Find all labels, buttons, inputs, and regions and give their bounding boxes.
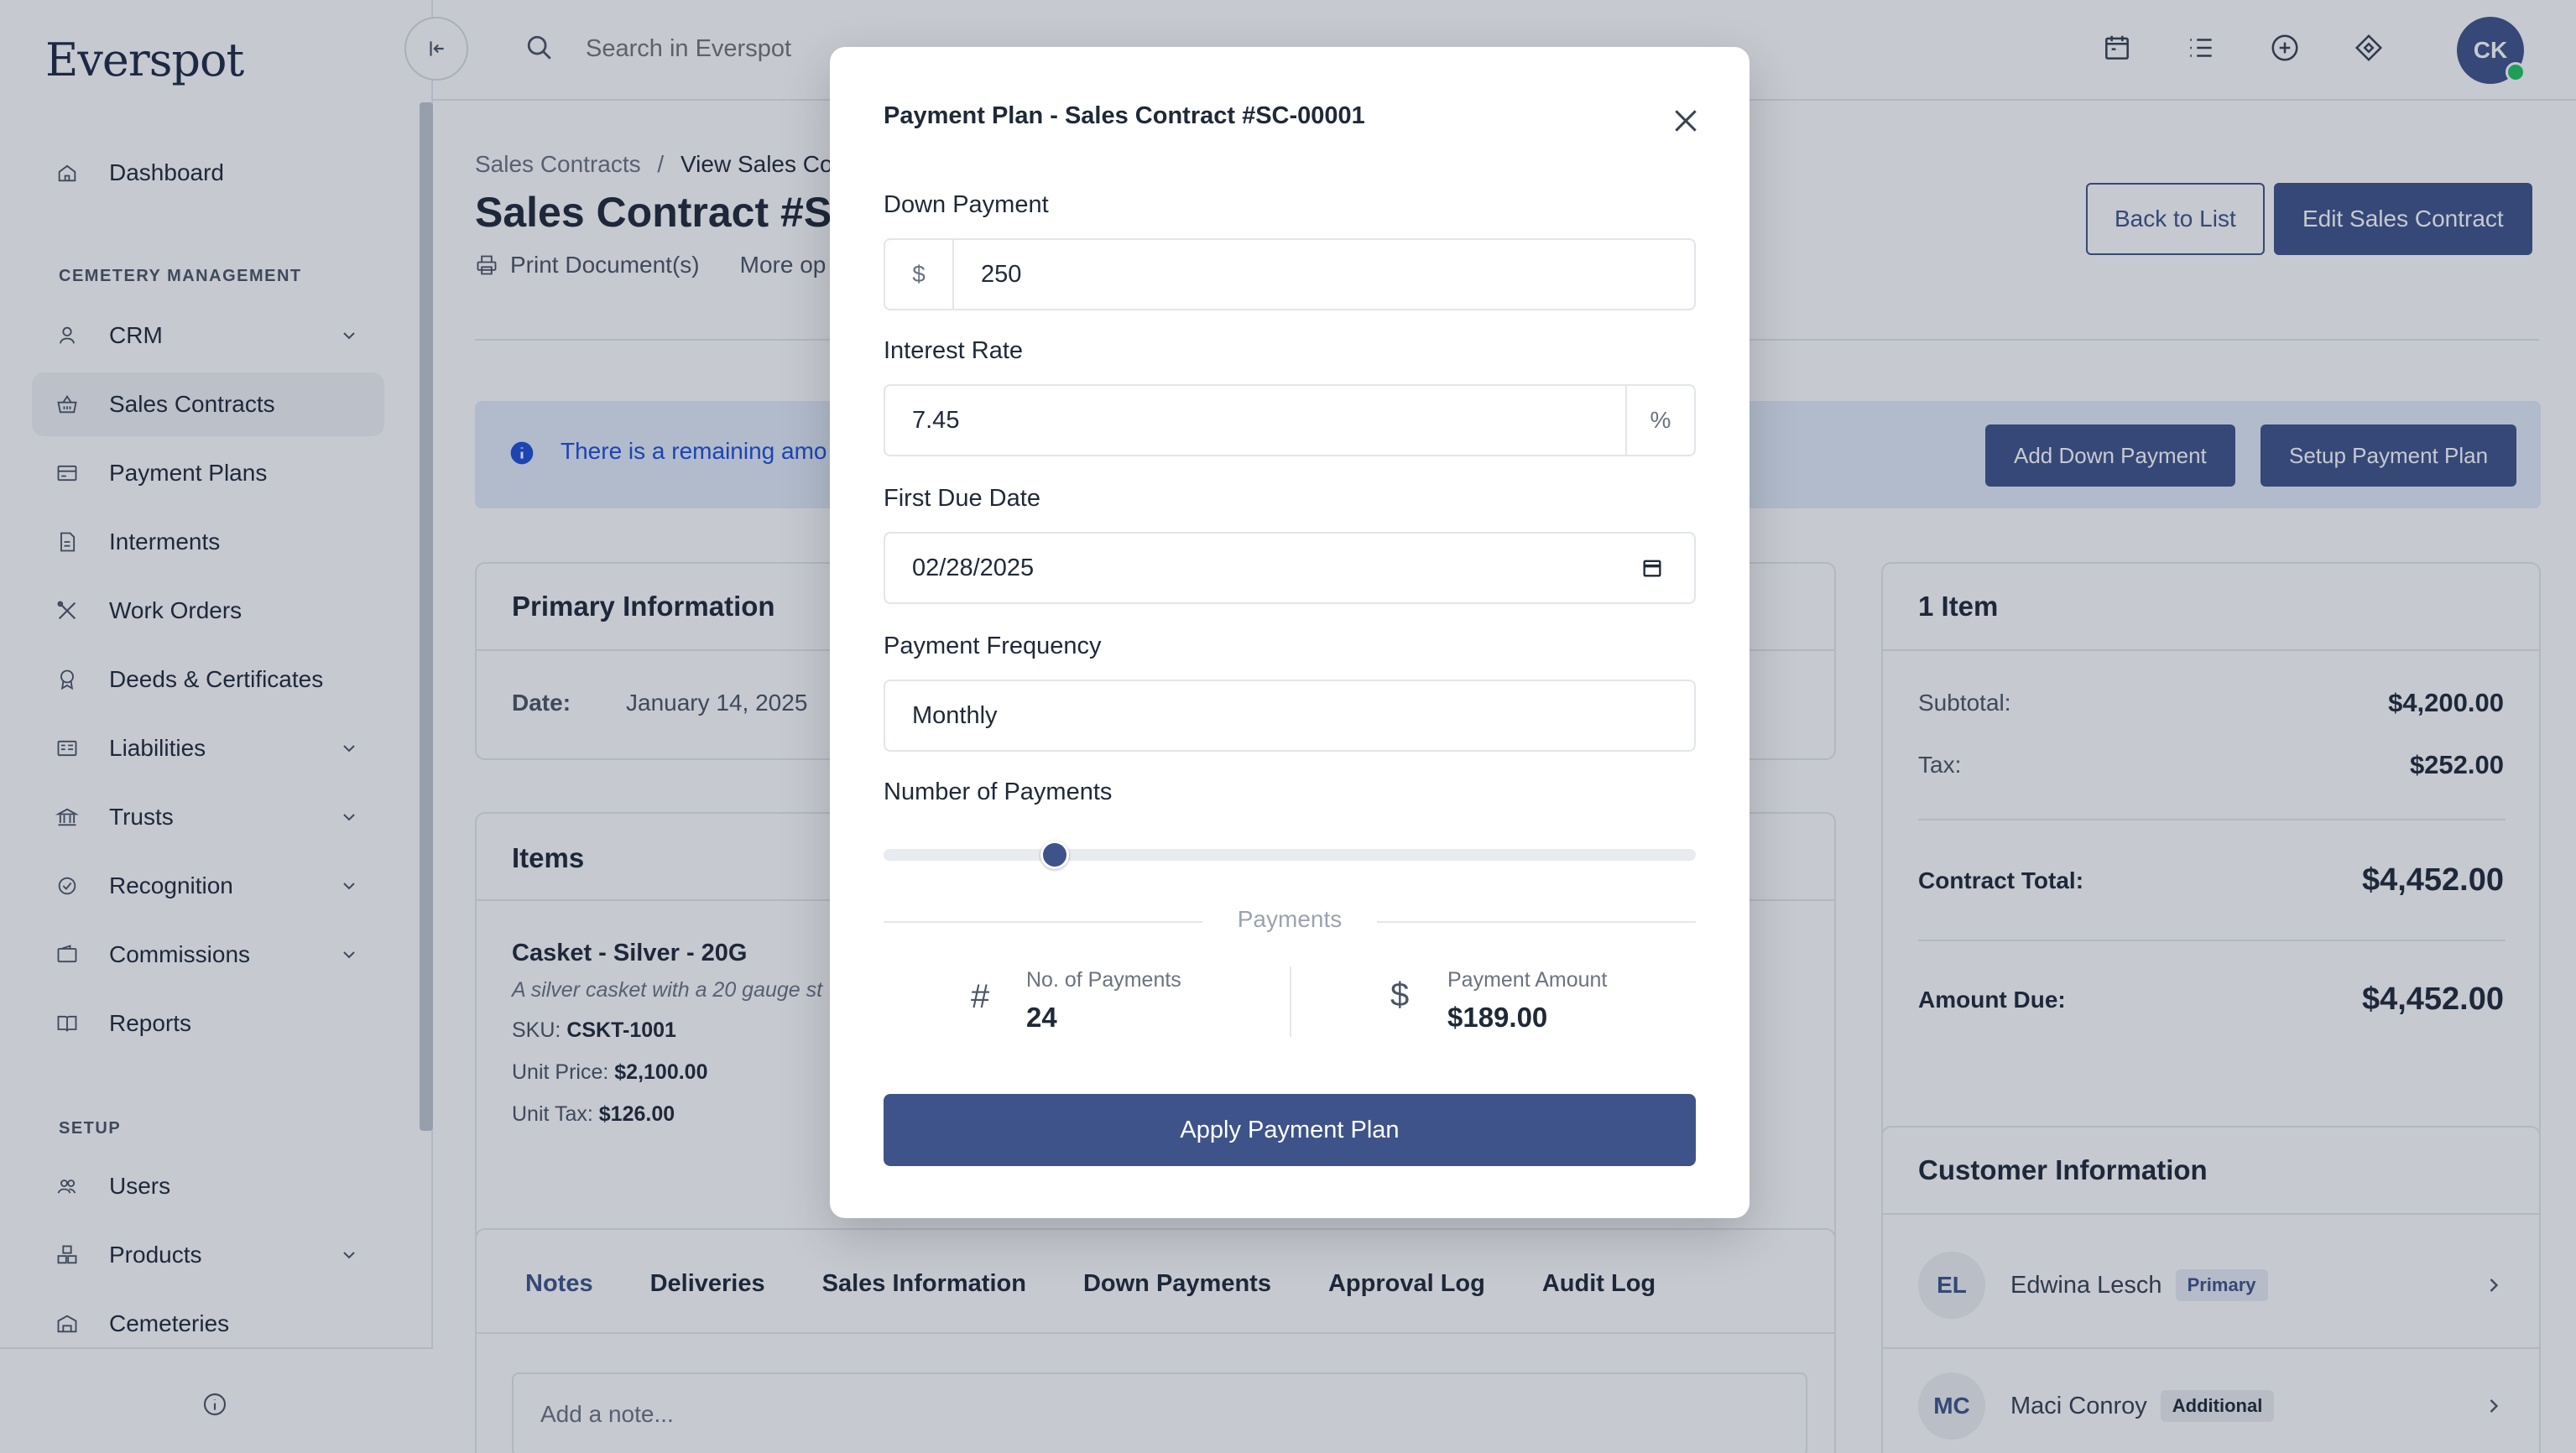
first-due-date-label: First Due Date bbox=[884, 485, 1040, 512]
hash-icon: # bbox=[971, 978, 990, 1015]
no-of-payments-value: 24 bbox=[1026, 1002, 1057, 1033]
interest-rate-field[interactable]: 7.45 % bbox=[884, 384, 1696, 456]
down-payment-value: 250 bbox=[981, 260, 1022, 288]
first-due-date-field[interactable]: 02/28/2025 bbox=[884, 532, 1696, 604]
dollar-icon: $ bbox=[1390, 976, 1410, 1013]
apply-payment-plan-button[interactable]: Apply Payment Plan bbox=[884, 1094, 1696, 1166]
down-payment-label: Down Payment bbox=[884, 191, 1049, 218]
number-of-payments-slider[interactable] bbox=[884, 841, 1696, 869]
payment-frequency-label: Payment Frequency bbox=[884, 633, 1102, 659]
down-payment-field[interactable]: $ 250 bbox=[884, 238, 1696, 310]
percent-suffix: % bbox=[1625, 386, 1694, 455]
payment-frequency-select[interactable]: Monthly bbox=[884, 680, 1696, 752]
no-of-payments-label: No. of Payments bbox=[1026, 968, 1181, 992]
slider-thumb[interactable] bbox=[1040, 841, 1069, 869]
first-due-date-value: 02/28/2025 bbox=[912, 554, 1035, 581]
stat-separator bbox=[1290, 966, 1291, 1037]
modal-title: Payment Plan - Sales Contract #SC-00001 bbox=[884, 102, 1365, 129]
payments-heading: Payments bbox=[1237, 906, 1343, 932]
payment-plan-modal: Payment Plan - Sales Contract #SC-00001 … bbox=[830, 47, 1749, 1218]
number-of-payments-label: Number of Payments bbox=[884, 779, 1113, 805]
payment-frequency-value: Monthly bbox=[912, 701, 998, 729]
close-icon[interactable] bbox=[1669, 104, 1703, 138]
calendar-icon[interactable] bbox=[1640, 556, 1664, 580]
payment-amount-label: Payment Amount bbox=[1447, 968, 1608, 992]
currency-prefix: $ bbox=[885, 240, 954, 309]
interest-rate-label: Interest Rate bbox=[884, 337, 1024, 364]
interest-rate-value: 7.45 bbox=[912, 406, 960, 434]
payment-amount-value: $189.00 bbox=[1447, 1002, 1548, 1033]
